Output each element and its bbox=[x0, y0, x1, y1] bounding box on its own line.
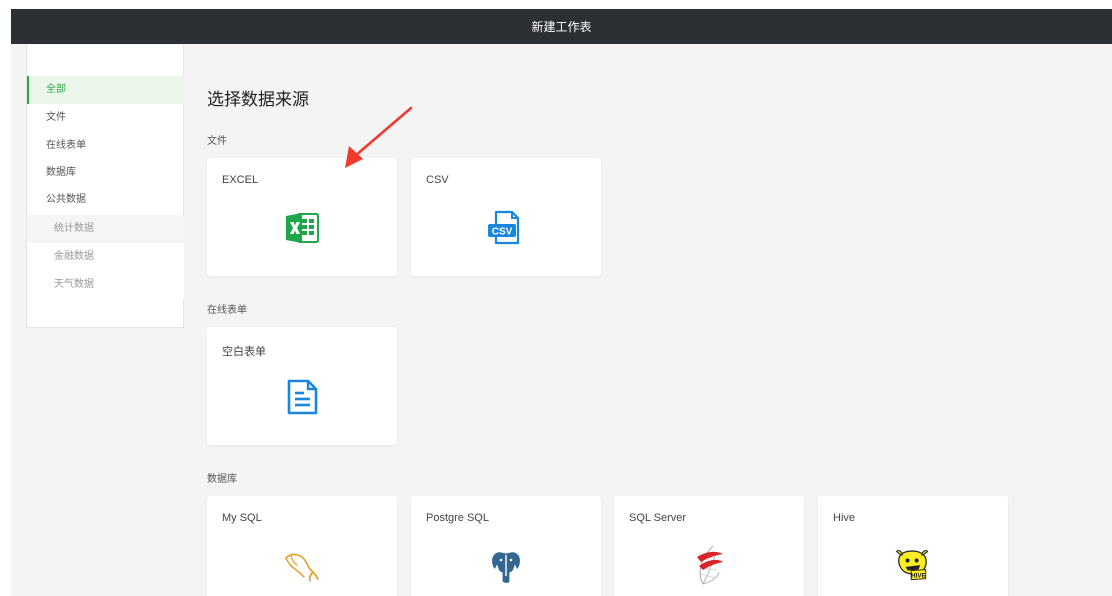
sidebar-item-statistics[interactable]: 统计数据 bbox=[27, 215, 184, 243]
card-mysql[interactable]: My SQL bbox=[207, 496, 397, 596]
card-csv[interactable]: CSV CSV bbox=[411, 158, 601, 276]
app-window: 新建工作表 全部 文件 在线表单 数据库 公共数据 统计数据 金融数据 天气数据… bbox=[11, 9, 1112, 596]
sidebar-item-file[interactable]: 文件 bbox=[27, 104, 184, 132]
csv-badge-text: CSV bbox=[492, 227, 513, 238]
card-label: Postgre SQL bbox=[426, 512, 489, 524]
sidebar-item-online-form[interactable]: 在线表单 bbox=[27, 132, 184, 160]
sidebar: 全部 文件 在线表单 数据库 公共数据 统计数据 金融数据 天气数据 bbox=[26, 45, 184, 328]
blank-form-icon bbox=[282, 377, 322, 417]
card-sql-server[interactable]: SQL Server bbox=[614, 496, 804, 596]
card-hive[interactable]: Hive HIVE bbox=[818, 496, 1008, 596]
title-bar: 新建工作表 bbox=[11, 9, 1112, 44]
sidebar-item-database[interactable]: 数据库 bbox=[27, 159, 184, 187]
card-label: CSV bbox=[426, 174, 449, 186]
card-blank-form[interactable]: 空白表单 bbox=[207, 327, 397, 445]
postgresql-icon bbox=[486, 546, 526, 586]
card-excel[interactable]: EXCEL bbox=[207, 158, 397, 276]
sidebar-item-all[interactable]: 全部 bbox=[27, 76, 184, 104]
card-label: SQL Server bbox=[629, 512, 687, 524]
excel-icon bbox=[282, 208, 322, 248]
card-label: EXCEL bbox=[222, 174, 259, 186]
card-label: Hive bbox=[833, 512, 856, 524]
section-label-file: 文件 bbox=[207, 136, 227, 147]
csv-icon: CSV bbox=[486, 208, 526, 248]
card-label: My SQL bbox=[222, 512, 262, 524]
window-title: 新建工作表 bbox=[531, 20, 592, 34]
section-label-online-form: 在线表单 bbox=[207, 305, 247, 316]
sidebar-item-weather[interactable]: 天气数据 bbox=[27, 271, 184, 299]
sidebar-item-finance[interactable]: 金融数据 bbox=[27, 243, 184, 271]
page-title: 选择数据来源 bbox=[207, 90, 309, 109]
card-label: 空白表单 bbox=[222, 346, 266, 358]
mysql-icon bbox=[282, 546, 322, 586]
main-content: 选择数据来源 文件 EXCEL CSV CSV 在线表单 空白表单 数据库 My… bbox=[184, 44, 1112, 596]
hive-icon: HIVE bbox=[893, 546, 933, 586]
hive-badge-text: HIVE bbox=[911, 572, 926, 579]
section-label-database: 数据库 bbox=[207, 474, 237, 485]
sql-server-icon bbox=[689, 545, 729, 586]
card-postgresql[interactable]: Postgre SQL bbox=[411, 496, 601, 596]
sidebar-item-public-data[interactable]: 公共数据 bbox=[27, 186, 184, 214]
